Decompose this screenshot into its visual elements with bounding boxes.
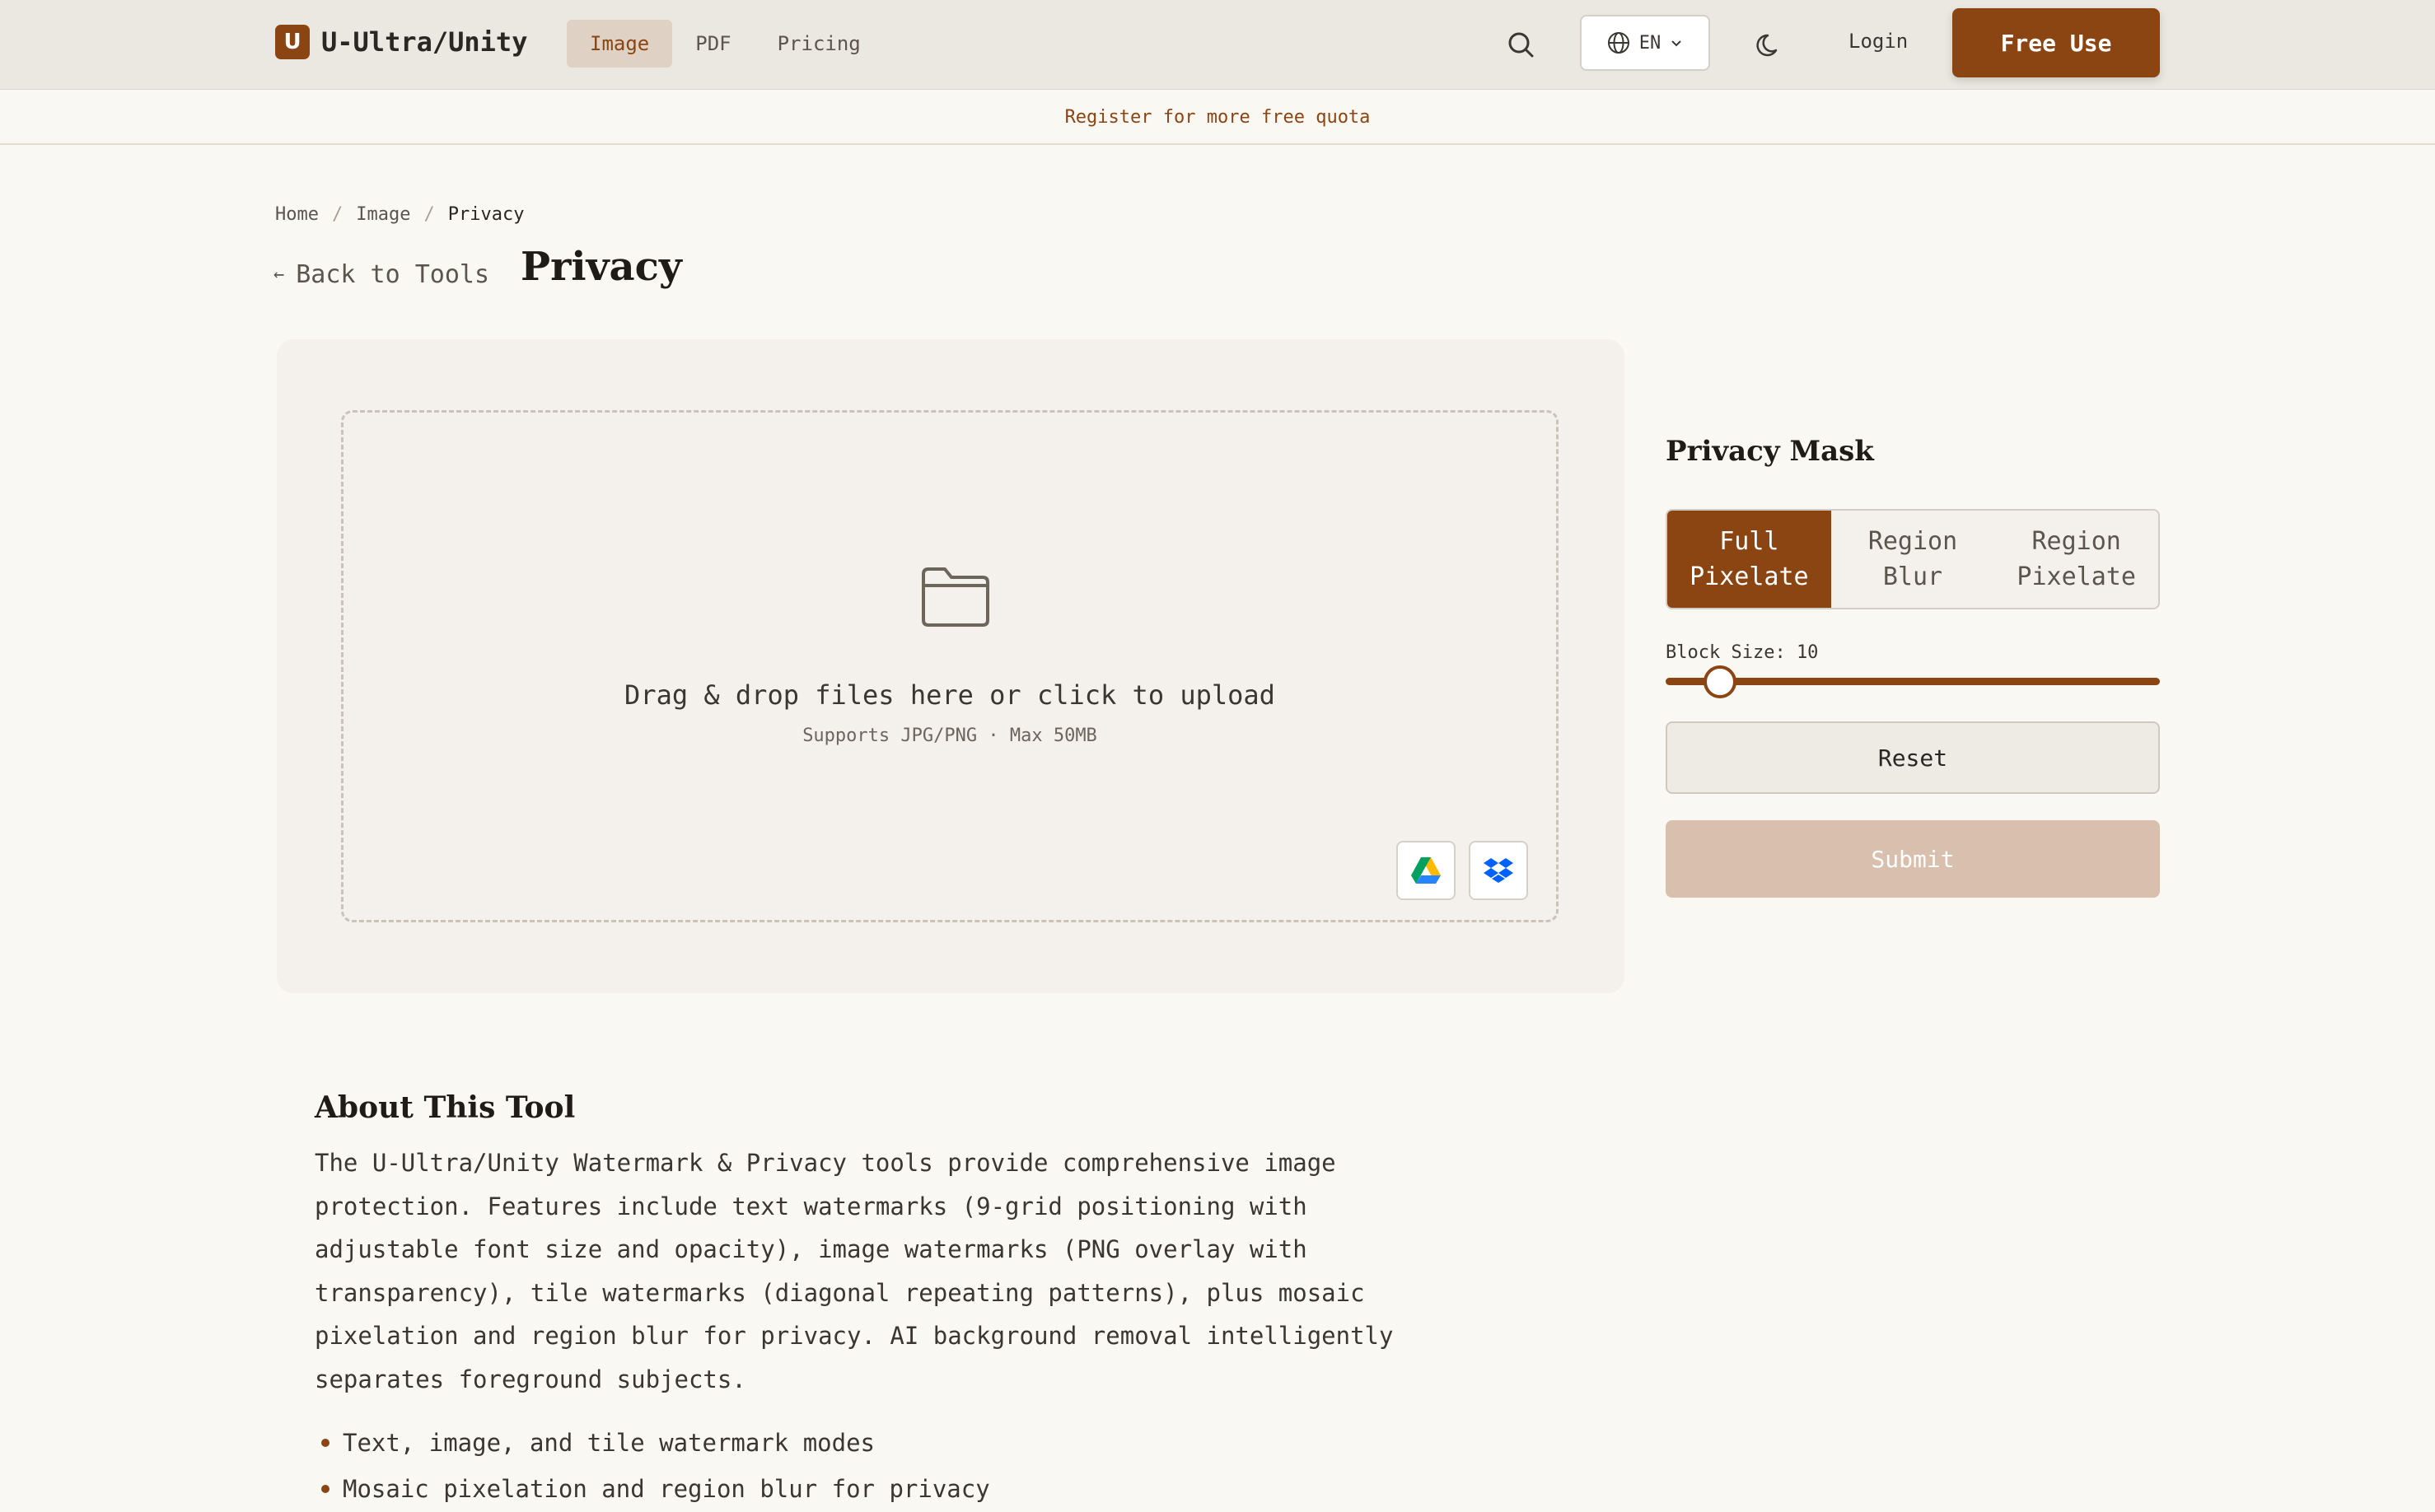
mode-label-line2: Blur [1882,562,1943,591]
arrow-left-icon: ← [273,264,285,285]
breadcrumb-image[interactable]: Image [356,204,410,225]
mode-label-line1: Region [2031,527,2121,556]
brand-name: U-Ultra/Unity [321,26,528,58]
nav-pricing[interactable]: Pricing [755,20,884,68]
logo-mark: U [275,25,310,59]
back-label: Back to Tools [296,260,490,289]
breadcrumb-current: Privacy [447,204,525,225]
mode-label-line1: Full [1719,527,1779,556]
upload-prompt: Drag & drop files here or click to uploa… [624,679,1275,711]
back-to-tools-link[interactable]: ← Back to Tools [273,260,489,289]
block-size-slider[interactable] [1666,678,2160,685]
breadcrumb-separator: / [331,204,344,225]
nav-image[interactable]: Image [567,20,673,68]
mask-mode-selector: Full Pixelate Region Blur Region Pixelate [1666,509,2160,609]
top-nav-bar: U U-Ultra/Unity Image PDF Pricing EN Log… [0,0,2435,90]
upload-constraints: Supports JPG/PNG · Max 50MB [802,726,1097,746]
feature-list: Text, image, and tile watermark modes Mo… [315,1420,990,1512]
mode-region-blur[interactable]: Region Blur [1831,511,1995,608]
bullet-dot [321,1485,329,1493]
feature-text: Mosaic pixelation and region blur for pr… [343,1475,990,1503]
chevron-down-icon [1671,40,1681,47]
search-button[interactable] [1503,26,1539,63]
mode-label-line1: Region [1867,527,1958,556]
submit-button[interactable]: Submit [1666,820,2160,898]
about-title: About This Tool [315,1090,576,1125]
theme-toggle[interactable] [1751,26,1788,63]
upload-card: Drag & drop files here or click to uploa… [277,339,1624,993]
mode-full-pixelate[interactable]: Full Pixelate [1667,511,1831,608]
reset-button[interactable]: Reset [1666,721,2160,794]
language-label: EN [1638,32,1662,54]
login-link[interactable]: Login [1848,30,1908,53]
folder-icon [922,567,989,627]
moon-icon [1756,34,1778,57]
mode-label-line2: Pixelate [1690,562,1809,591]
google-drive-button[interactable] [1396,841,1456,900]
quota-banner[interactable]: Register for more free quota [0,91,2435,145]
block-size-label: Block Size: 10 [1666,642,1819,663]
about-description: The U-Ultra/Unity Watermark & Privacy to… [315,1149,1394,1393]
bullet-dot [321,1439,329,1447]
list-item: Mosaic pixelation and region blur for pr… [315,1466,990,1512]
dropbox-icon [1484,858,1513,883]
mode-region-pixelate[interactable]: Region Pixelate [1994,511,2158,608]
nav-pdf[interactable]: PDF [672,20,754,68]
list-item: Text, image, and tile watermark modes [315,1420,990,1466]
globe-icon [1607,32,1629,54]
page-title: Privacy [521,244,682,290]
breadcrumb: Home / Image / Privacy [275,204,524,225]
google-drive-icon [1411,857,1441,884]
language-select[interactable]: EN [1580,15,1710,71]
feature-text: Text, image, and tile watermark modes [343,1429,876,1457]
breadcrumb-home[interactable]: Home [275,204,319,225]
main-nav: Image PDF Pricing [567,20,884,68]
brand-logo[interactable]: U U-Ultra/Unity [275,25,527,59]
dropbox-button[interactable] [1469,841,1528,900]
mode-label-line2: Pixelate [2017,562,2136,591]
slider-handle[interactable] [1704,665,1736,698]
panel-title: Privacy Mask [1666,435,1874,468]
file-dropzone[interactable]: Drag & drop files here or click to uploa… [341,410,1559,922]
free-use-button[interactable]: Free Use [1952,8,2160,77]
breadcrumb-separator: / [423,204,435,225]
search-icon [1508,32,1534,58]
